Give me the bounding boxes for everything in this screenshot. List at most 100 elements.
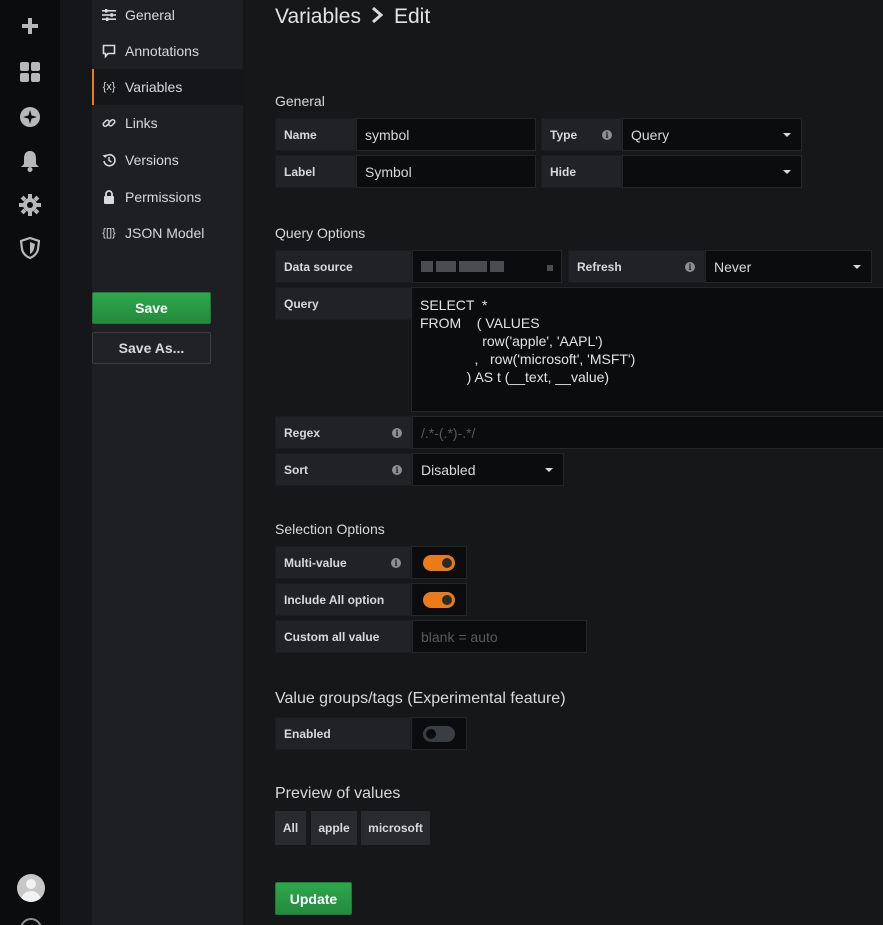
sidebar-item-permissions[interactable]: Permissions — [92, 179, 243, 215]
sidebar-item-variables[interactable]: {x} Variables — [92, 69, 243, 105]
type-label: Type i — [541, 118, 622, 151]
preview-value-chip: apple — [311, 811, 357, 845]
bell-icon[interactable] — [18, 149, 42, 173]
gear-icon[interactable] — [18, 193, 42, 217]
breadcrumb-parent[interactable]: Variables — [275, 5, 361, 29]
custom-all-placeholder: blank = auto — [421, 628, 498, 645]
sidebar-item-label: Permissions — [125, 189, 202, 205]
shield-icon[interactable] — [18, 236, 42, 260]
toggle-switch-on[interactable] — [423, 554, 455, 571]
info-icon[interactable]: i — [392, 428, 402, 438]
sidebar-item-general[interactable]: General — [92, 0, 243, 33]
query-line: , row('microsoft', 'MSFT') — [420, 351, 636, 367]
regex-placeholder: /.*-(.*)-.*/ — [421, 424, 476, 441]
lock-icon — [101, 189, 117, 205]
regex-input[interactable]: /.*-(.*)-.*/ — [412, 416, 883, 449]
dashboards-icon[interactable] — [18, 60, 42, 84]
preview-value-chip: All — [275, 811, 306, 845]
datasource-label: Data source — [275, 250, 412, 283]
query-label: Query — [275, 287, 412, 320]
section-query-options-heading: Query Options — [275, 225, 366, 241]
sort-label: Sort i — [275, 453, 412, 486]
datasource-value-redacted — [421, 261, 504, 272]
preview-value-chip: microsoft — [361, 811, 430, 845]
variable-icon: {x} — [102, 81, 116, 93]
enabled-label: Enabled — [275, 717, 411, 750]
custom-all-input[interactable]: blank = auto — [412, 620, 587, 653]
query-line: FROM ( VALUES — [420, 315, 540, 331]
label-value: Symbol — [365, 163, 412, 180]
refresh-label-text: Refresh — [577, 259, 622, 274]
sort-label-text: Sort — [284, 462, 308, 477]
explore-icon[interactable] — [18, 105, 42, 129]
section-general-heading: General — [275, 93, 325, 109]
type-label-text: Type — [550, 127, 578, 142]
user-avatar[interactable] — [17, 874, 45, 902]
query-line: row('apple', 'AAPL') — [420, 333, 603, 349]
query-line: SELECT * — [420, 297, 488, 313]
name-label: Name — [275, 118, 356, 151]
sidebar-item-label: Versions — [125, 152, 179, 168]
plus-icon[interactable] — [18, 14, 42, 38]
info-icon[interactable]: i — [685, 262, 695, 272]
label-label: Label — [275, 155, 356, 188]
query-editor[interactable]: SELECT * FROM ( VALUES row('apple', 'AAP… — [411, 287, 883, 412]
comment-icon — [101, 43, 117, 59]
refresh-select[interactable]: Never — [705, 250, 872, 283]
sidebar-item-json-model[interactable]: {[]} JSON Model — [92, 215, 243, 251]
name-input[interactable]: symbol — [356, 118, 536, 151]
sidebar-item-label: JSON Model — [125, 225, 205, 241]
name-value: symbol — [365, 126, 410, 143]
sidebar-item-label: General — [125, 7, 175, 23]
hide-select[interactable] — [622, 155, 802, 188]
regex-label-text: Regex — [284, 425, 321, 440]
regex-label: Regex i — [275, 416, 412, 449]
sidebar-item-links[interactable]: Links — [92, 105, 243, 141]
breadcrumb: Variables Edit — [275, 5, 430, 29]
info-icon[interactable]: i — [392, 465, 402, 475]
info-icon[interactable]: i — [391, 558, 401, 568]
toggle-switch-off[interactable] — [423, 725, 455, 742]
link-icon — [101, 115, 117, 131]
caret-down-icon — [783, 170, 791, 174]
chevron-right-icon — [371, 6, 384, 28]
help-icon[interactable] — [20, 918, 42, 925]
multi-value-label: Multi-value i — [275, 546, 411, 579]
info-icon[interactable]: i — [602, 130, 612, 140]
caret-down-icon — [853, 265, 861, 269]
include-all-switch[interactable] — [411, 583, 467, 616]
caret-down-icon — [545, 468, 553, 472]
section-value-groups-heading: Value groups/tags (Experimental feature) — [275, 690, 566, 707]
caret-down-icon — [783, 133, 791, 137]
type-value: Query — [631, 126, 670, 143]
save-button[interactable]: Save — [92, 292, 211, 324]
sidebar-item-versions[interactable]: Versions — [92, 142, 243, 178]
datasource-select[interactable] — [412, 250, 562, 283]
query-line: ) AS t (__text, __value) — [420, 369, 610, 385]
toggle-switch-on[interactable] — [423, 591, 455, 608]
value-groups-switch[interactable] — [411, 717, 467, 750]
sidebar-item-annotations[interactable]: Annotations — [92, 33, 243, 69]
label-input[interactable]: Symbol — [356, 155, 536, 188]
history-icon — [101, 152, 117, 168]
refresh-label: Refresh i — [568, 250, 705, 283]
caret-down-icon — [547, 265, 553, 271]
sidebar-item-label: Links — [125, 115, 158, 131]
include-all-label: Include All option — [275, 583, 411, 616]
sort-select[interactable]: Disabled — [412, 453, 564, 486]
icon-rail — [0, 0, 60, 925]
query-label-text: Query — [284, 296, 319, 311]
json-icon: {[]} — [102, 227, 116, 239]
sort-value: Disabled — [421, 461, 476, 478]
custom-all-label: Custom all value — [275, 620, 412, 653]
type-select[interactable]: Query — [622, 118, 802, 151]
multi-value-label-text: Multi-value — [284, 555, 347, 570]
save-as-button[interactable]: Save As... — [92, 332, 211, 364]
update-button[interactable]: Update — [275, 882, 352, 915]
multi-value-switch[interactable] — [411, 546, 467, 579]
sliders-icon — [101, 7, 117, 23]
sidebar-item-label: Variables — [125, 79, 183, 95]
refresh-value: Never — [714, 258, 752, 275]
section-preview-heading: Preview of values — [275, 785, 401, 802]
section-selection-options-heading: Selection Options — [275, 521, 385, 537]
